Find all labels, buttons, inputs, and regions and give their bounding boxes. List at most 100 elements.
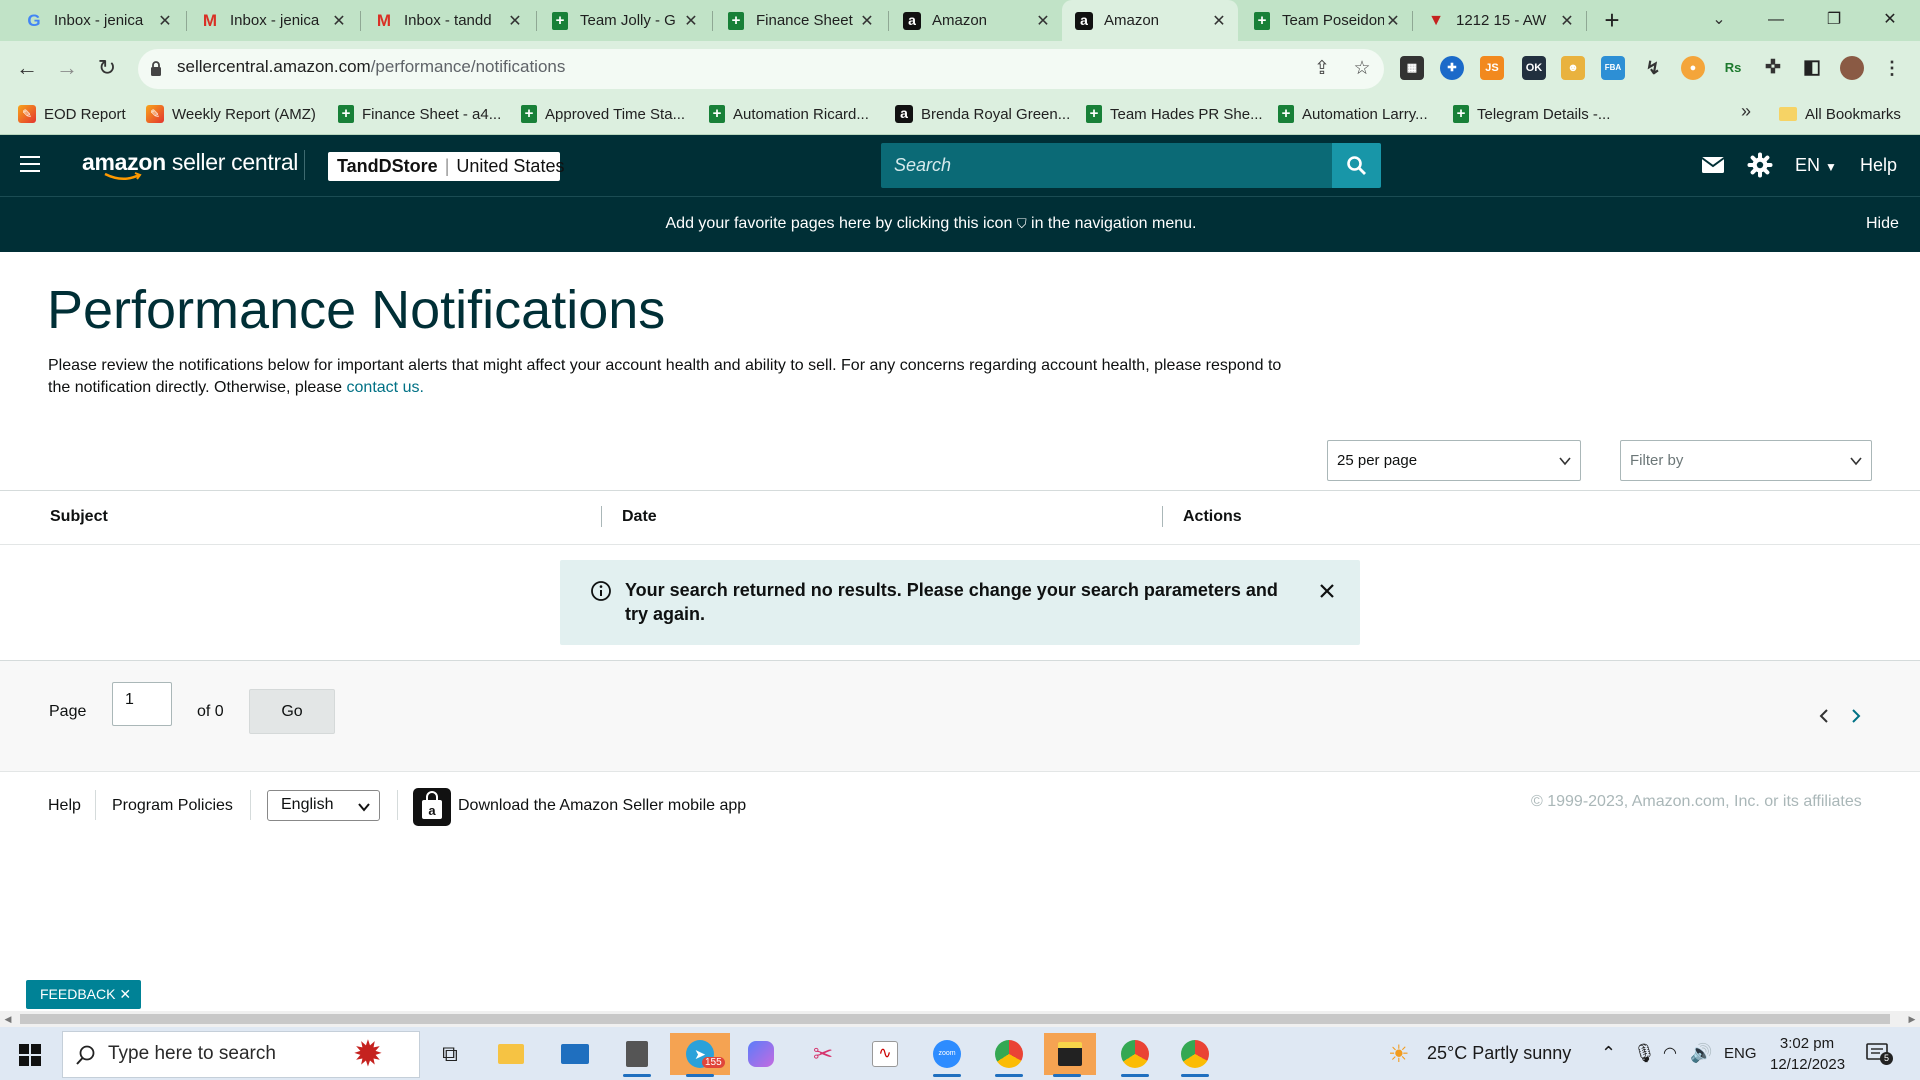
extension-icon[interactable]: ☻	[1561, 56, 1585, 80]
mail-app-icon[interactable]	[552, 1033, 598, 1075]
store-switcher-button[interactable]: TandDStore | United States	[328, 152, 564, 181]
minimize-window-button[interactable]: —	[1748, 0, 1804, 41]
settings-gear-icon[interactable]	[1746, 152, 1774, 178]
language-selector[interactable]: EN ▼	[1795, 155, 1837, 176]
bookmark-item[interactable]: + Automation Ricard...	[709, 101, 869, 127]
chrome-profile-icon[interactable]	[1112, 1033, 1158, 1077]
scroll-left-arrow-icon[interactable]: ◀	[0, 1011, 16, 1027]
column-header-date[interactable]: Date	[622, 508, 657, 526]
tray-chevron-up-icon[interactable]: ⌃	[1601, 1043, 1616, 1064]
browser-tab-active[interactable]: a Amazon ✕	[1062, 0, 1238, 41]
share-icon[interactable]: ⇪	[1309, 56, 1335, 82]
help-link[interactable]: Help	[1860, 155, 1897, 176]
chrome-profile-icon[interactable]	[1172, 1033, 1218, 1077]
task-view-icon[interactable]: ⧉	[427, 1033, 473, 1075]
close-tab-icon[interactable]: ✕	[1034, 11, 1052, 31]
scroll-right-arrow-icon[interactable]: ▶	[1904, 1011, 1920, 1027]
close-tab-icon[interactable]: ✕	[682, 11, 700, 31]
microphone-icon[interactable]: 🎙	[1633, 1043, 1656, 1064]
close-tab-icon[interactable]: ✕	[506, 11, 524, 31]
footer-help-link[interactable]: Help	[48, 797, 81, 815]
close-tab-icon[interactable]: ✕	[330, 11, 348, 31]
horizontal-scrollbar[interactable]: ◀ ▶	[0, 1011, 1920, 1027]
more-bookmarks-chevron[interactable]: »	[1741, 101, 1751, 122]
forward-button[interactable]: →	[51, 52, 83, 84]
puzzle-extensions-icon[interactable]: ✜	[1761, 56, 1785, 80]
back-button[interactable]: ←	[11, 52, 43, 84]
ok-extension-icon[interactable]: OK	[1522, 56, 1546, 80]
notifications-icon[interactable]: 5	[1866, 1043, 1893, 1065]
js-extension-icon[interactable]: JS	[1480, 56, 1504, 80]
telegram-icon[interactable]: ➤ 155	[670, 1033, 730, 1077]
voice-recorder-icon[interactable]: ∿	[862, 1033, 908, 1075]
browser-tab[interactable]: a Amazon ✕	[890, 0, 1062, 41]
column-header-subject[interactable]: Subject	[50, 508, 108, 526]
filter-by-select[interactable]: Filter by	[1620, 440, 1872, 481]
chrome-icon[interactable]	[986, 1033, 1032, 1077]
bookmark-item[interactable]: ✎ Weekly Report (AMZ)	[146, 101, 316, 127]
close-tab-icon[interactable]: ✕	[1384, 11, 1402, 31]
copilot-icon[interactable]	[738, 1033, 784, 1075]
close-tab-icon[interactable]: ✕	[156, 11, 174, 31]
all-bookmarks-folder[interactable]: All Bookmarks	[1779, 101, 1901, 127]
scrollbar-thumb[interactable]	[20, 1014, 1890, 1024]
bookmark-item[interactable]: + Automation Larry...	[1278, 101, 1428, 127]
previous-page-chevron-icon[interactable]	[1815, 706, 1835, 726]
file-explorer-icon[interactable]	[488, 1033, 534, 1075]
bookmark-item[interactable]: + Approved Time Sta...	[521, 101, 685, 127]
tab-search-chevron-icon[interactable]: ⌄	[1707, 0, 1731, 41]
fba-extension-icon[interactable]: FBA	[1601, 56, 1625, 80]
side-panel-icon[interactable]: ◧	[1800, 56, 1824, 80]
url-text[interactable]: sellercentral.amazon.com/performance/not…	[177, 57, 565, 77]
footer-language-select[interactable]: English	[267, 790, 380, 821]
zoom-icon[interactable]: zoom	[924, 1033, 970, 1077]
taskbar-clock[interactable]: 3:02 pm 12/12/2023	[1770, 1033, 1845, 1075]
browser-tab[interactable]: ▼ 1212 15 - AW ✕	[1414, 0, 1586, 41]
contact-us-link[interactable]: contact us.	[347, 379, 424, 396]
restore-window-button[interactable]: ❐	[1806, 0, 1862, 41]
browser-menu-icon[interactable]: ⋮	[1880, 56, 1904, 80]
browser-tab[interactable]: + Team Poseidon ✕	[1240, 0, 1412, 41]
program-policies-link[interactable]: Program Policies	[112, 797, 233, 815]
extension-icon[interactable]: ↯	[1641, 56, 1665, 80]
bookmark-item[interactable]: + Telegram Details -...	[1453, 101, 1610, 127]
browser-tab[interactable]: + Team Jolly - G ✕	[538, 0, 710, 41]
search-button[interactable]	[1332, 143, 1381, 188]
extension-icon[interactable]: ●	[1681, 56, 1705, 80]
close-tab-icon[interactable]: ✕	[1210, 11, 1228, 31]
new-tab-button[interactable]: +	[1597, 0, 1627, 41]
weather-text[interactable]: 25°C Partly sunny	[1427, 1043, 1571, 1064]
close-icon[interactable]	[1316, 580, 1338, 602]
browser-tab[interactable]: + Finance Sheet ✕	[714, 0, 886, 41]
hamburger-menu-icon[interactable]	[20, 156, 40, 172]
bookmark-item[interactable]: ✎ EOD Report	[18, 101, 126, 127]
sticky-notes-icon[interactable]	[1044, 1033, 1096, 1077]
go-button[interactable]: Go	[249, 689, 335, 734]
reload-button[interactable]: ↻	[91, 52, 123, 84]
wifi-icon[interactable]: ◠	[1663, 1043, 1677, 1063]
snipping-tool-icon[interactable]: ✂	[800, 1033, 846, 1075]
browser-tab[interactable]: M Inbox - jenica ✕	[188, 0, 358, 41]
browser-tab[interactable]: G Inbox - jenica ✕	[12, 0, 184, 41]
seller-app-icon[interactable]: a	[413, 788, 451, 826]
next-page-chevron-icon[interactable]	[1845, 706, 1865, 726]
volume-icon[interactable]: 🔊	[1690, 1043, 1712, 1064]
mail-icon[interactable]	[1700, 152, 1728, 178]
download-app-link[interactable]: Download the Amazon Seller mobile app	[458, 797, 746, 815]
input-language[interactable]: ENG	[1724, 1045, 1757, 1062]
calculator-icon[interactable]	[614, 1033, 660, 1077]
windows-start-icon[interactable]	[19, 1044, 41, 1066]
extension-icon[interactable]: ✚	[1440, 56, 1464, 80]
bookmark-item[interactable]: + Finance Sheet - a4...	[338, 101, 501, 127]
bookmark-item[interactable]: + Team Hades PR She...	[1086, 101, 1263, 127]
hide-banner-link[interactable]: Hide	[1866, 215, 1899, 233]
close-window-button[interactable]: ✕	[1862, 0, 1918, 41]
rs-extension-icon[interactable]: Rs	[1721, 56, 1745, 80]
qr-extension-icon[interactable]: ▦	[1400, 56, 1424, 80]
profile-avatar[interactable]	[1840, 56, 1864, 80]
bookmark-item[interactable]: a Brenda Royal Green...	[895, 101, 1070, 127]
per-page-select[interactable]: 25 per page	[1327, 440, 1581, 481]
close-tab-icon[interactable]: ✕	[858, 11, 876, 31]
bookmark-star-icon[interactable]: ☆	[1349, 56, 1375, 82]
feedback-button[interactable]: FEEDBACK ✕	[26, 980, 141, 1009]
